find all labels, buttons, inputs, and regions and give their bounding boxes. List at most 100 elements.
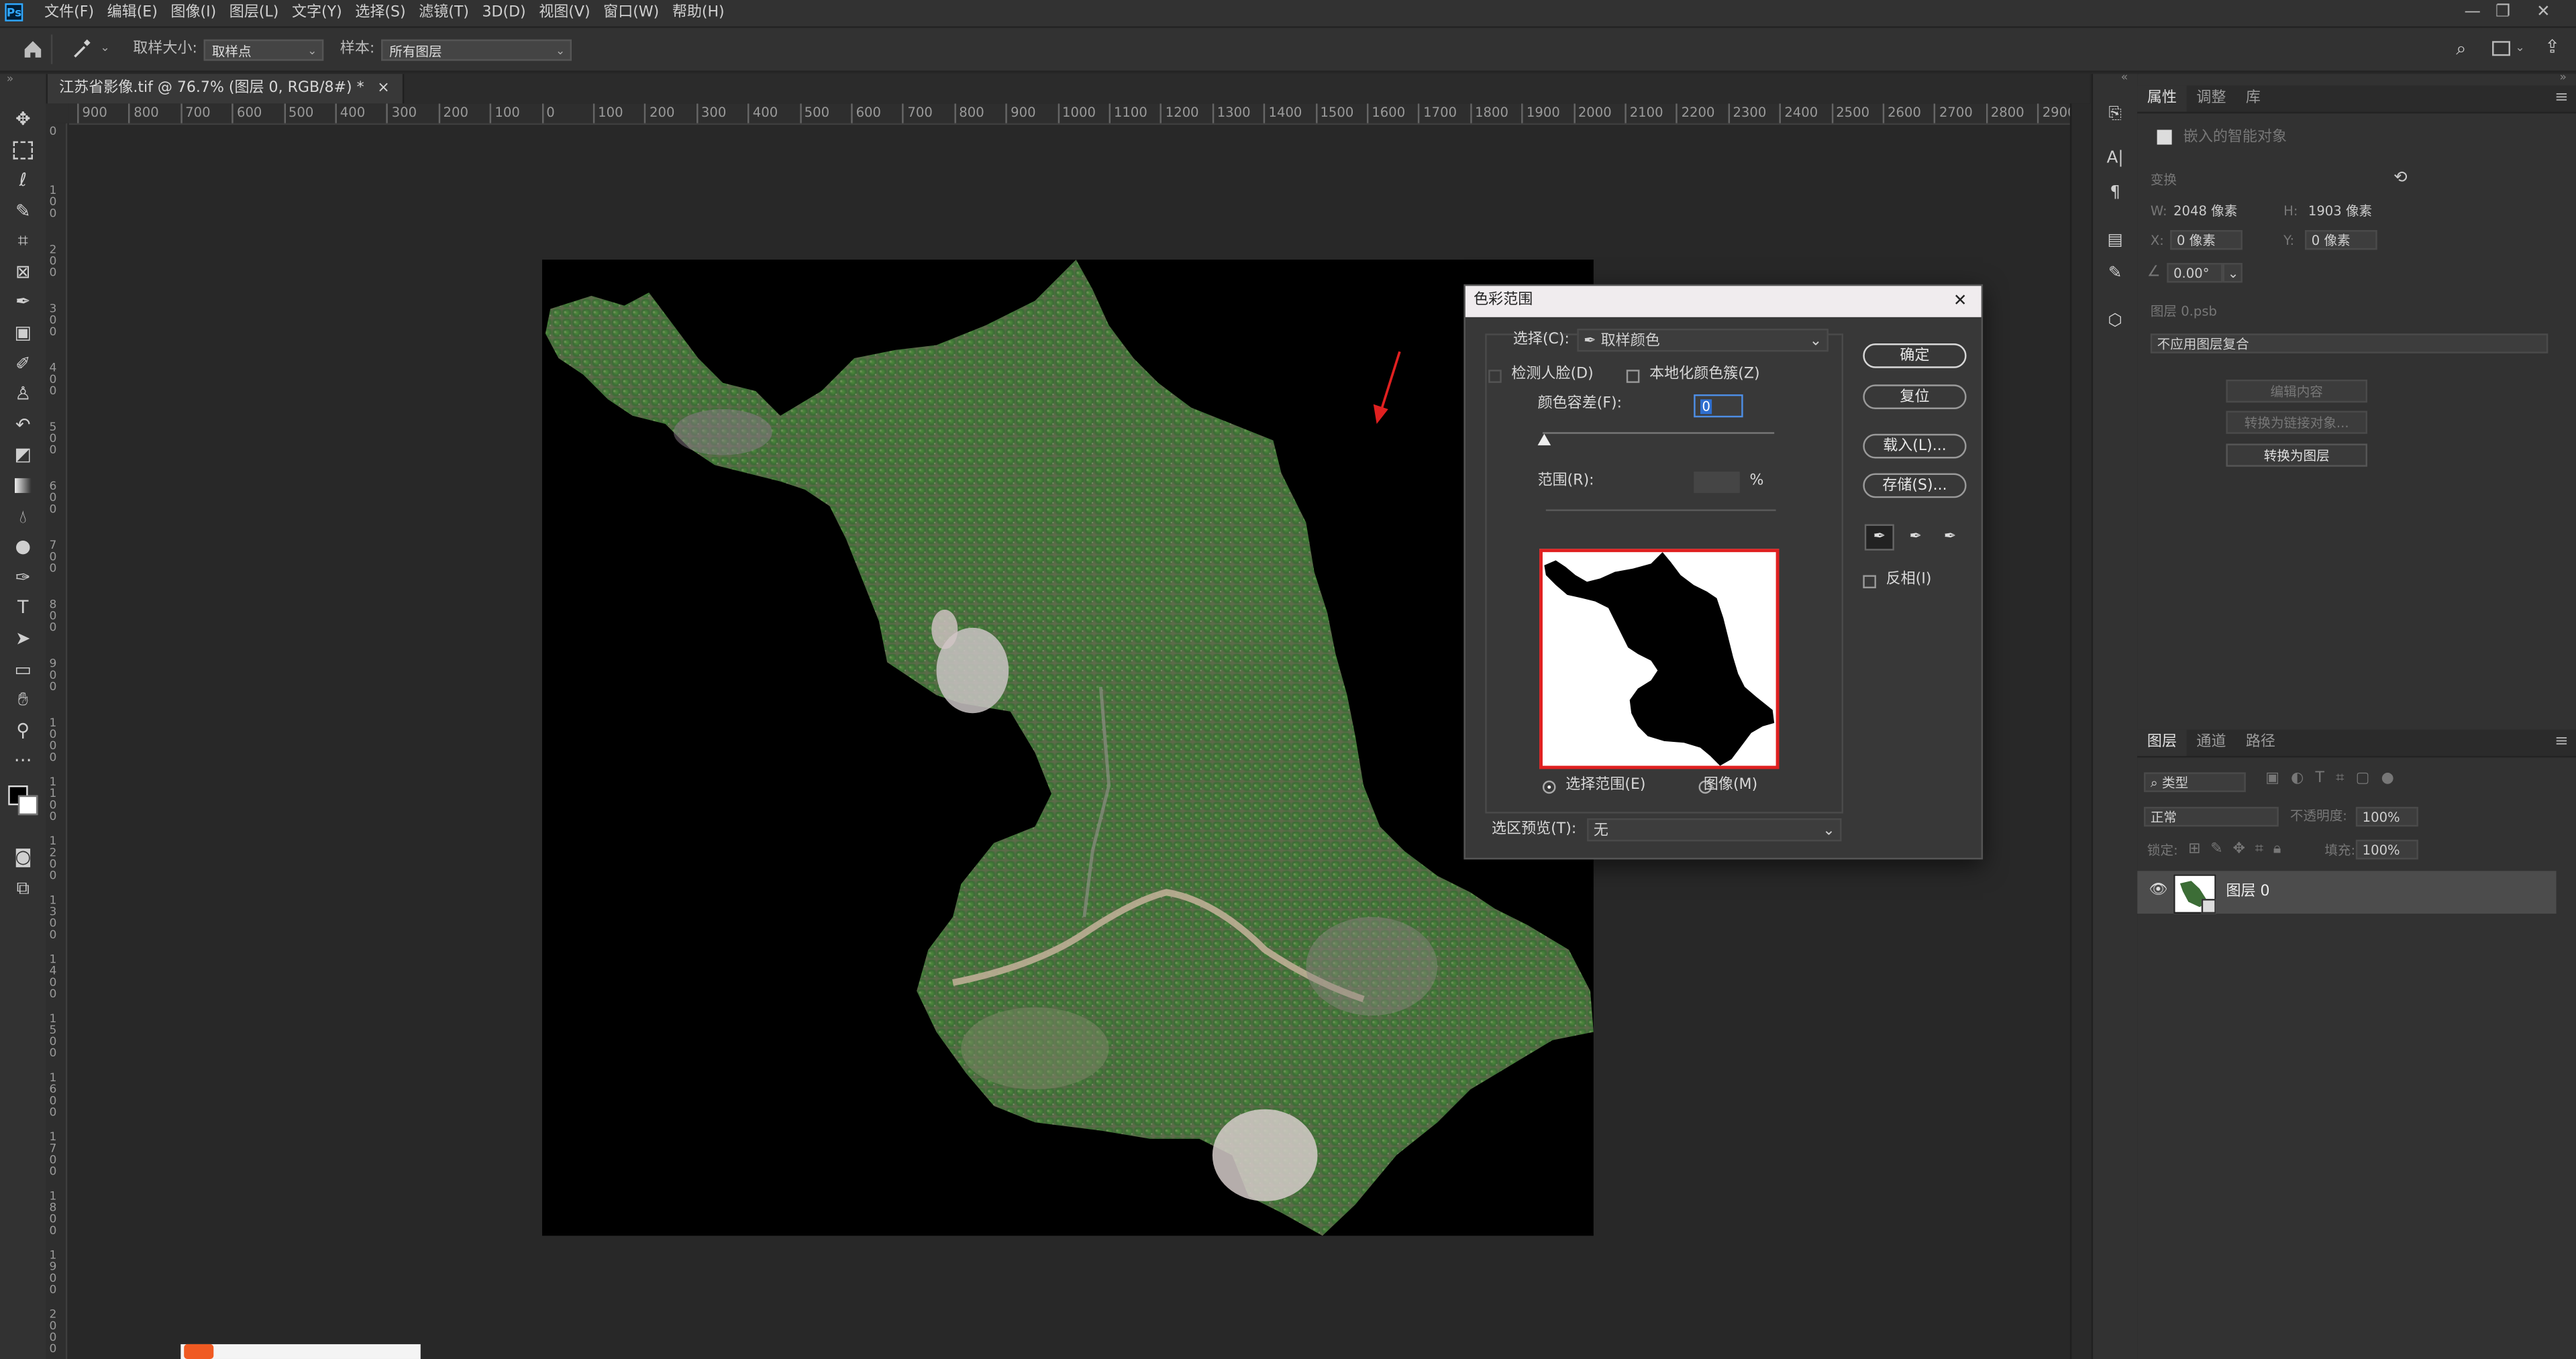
lasso-tool-icon[interactable]: ℓ <box>10 169 36 192</box>
tab-properties[interactable]: 属性 <box>2137 85 2187 112</box>
tool-preset-chevron-down-icon[interactable]: ⌄ <box>100 42 109 54</box>
restore-button[interactable]: ❐ <box>2495 0 2510 26</box>
visibility-eye-icon[interactable]: 👁︎ <box>2149 883 2167 899</box>
dodge-tool-icon[interactable]: ● <box>10 536 36 559</box>
dialog-close-icon[interactable]: ✕ <box>1953 286 1967 317</box>
close-window-button[interactable]: ✕ <box>2536 0 2551 26</box>
edit-contents-button[interactable]: 编辑内容 <box>2226 379 2368 403</box>
collapse-toolbar-icon[interactable]: » <box>7 73 14 85</box>
selection-view-radio[interactable] <box>1542 780 1556 794</box>
clone-stamp-icon[interactable]: ♙ <box>10 383 36 406</box>
fuzziness-slider-thumb[interactable] <box>1537 433 1551 445</box>
workspace-icon[interactable] <box>2492 41 2511 56</box>
eyedropper-icon[interactable]: ✒ <box>10 291 36 314</box>
document-canvas[interactable] <box>542 260 1594 1236</box>
tab-channels[interactable]: 通道 <box>2187 730 2236 756</box>
fuzziness-input[interactable]: 0 <box>1694 394 1743 418</box>
history-brush-icon[interactable]: ↶ <box>10 414 36 437</box>
quick-selection-tool-icon[interactable]: ✎ <box>10 201 36 223</box>
minimize-button[interactable]: — <box>2464 0 2480 26</box>
close-tab-icon[interactable]: × <box>377 74 389 103</box>
menu-file[interactable]: 文件(F) <box>41 0 97 26</box>
layer-row[interactable]: 👁︎ 图层 0 <box>2137 871 2557 914</box>
blend-mode-select[interactable]: 正常 <box>2144 806 2279 827</box>
layer-comp-select[interactable]: 不应用图层复合 <box>2150 333 2548 354</box>
convert-to-layers-button[interactable]: 转换为图层 <box>2226 443 2368 467</box>
background-color-swatch[interactable] <box>17 795 38 816</box>
opacity-field[interactable]: 100% <box>2355 806 2418 827</box>
ruler-origin[interactable] <box>46 103 69 123</box>
tab-libraries[interactable]: 库 <box>2236 85 2270 111</box>
more-tools-icon[interactable]: ⋯ <box>10 749 36 772</box>
screen-mode-icon[interactable]: ⧉ <box>10 877 36 900</box>
menu-type[interactable]: 文字(Y) <box>289 0 346 26</box>
subtract-from-sample-eyedropper-icon[interactable]: ✒ <box>1937 524 1963 550</box>
brush-tool-icon[interactable]: ✐ <box>10 354 36 376</box>
document-tab[interactable]: 江苏省影像.tif @ 76.7% (图层 0, RGB/8#) * × <box>46 74 405 104</box>
rectangle-tool-icon[interactable]: ▭ <box>10 659 36 682</box>
vertical-scrollbar[interactable] <box>2069 103 2092 1359</box>
tab-paths[interactable]: 路径 <box>2236 730 2285 756</box>
menu-edit[interactable]: 编辑(E) <box>104 0 161 26</box>
eyedropper-icon[interactable]: ✒ <box>1864 524 1894 551</box>
quick-mask-icon[interactable]: ◙ <box>10 847 36 869</box>
invert-checkbox[interactable] <box>1863 575 1876 589</box>
menu-window[interactable]: 窗口(W) <box>600 0 662 26</box>
move-tool-icon[interactable]: ✥ <box>10 109 36 131</box>
layer-filter-icons[interactable]: ▣◐T⌗▢● <box>2265 771 2406 787</box>
layer-name[interactable]: 图层 0 <box>2226 885 2269 900</box>
y-position-field[interactable]: 0 像素 <box>2304 229 2377 250</box>
menu-layer[interactable]: 图层(L) <box>226 0 282 26</box>
layers-menu-icon[interactable]: ≡ <box>2555 734 2569 751</box>
crop-tool-icon[interactable]: ⌗ <box>10 230 36 253</box>
convert-to-linked-button[interactable]: 转换为链接对象... <box>2226 411 2368 434</box>
search-icon[interactable]: ⌕ <box>2456 40 2466 58</box>
add-to-sample-eyedropper-icon[interactable]: ✒ <box>1902 524 1928 550</box>
eyedropper-tool-icon[interactable] <box>69 38 92 60</box>
type-tool-icon[interactable]: T <box>10 596 36 619</box>
path-selection-icon[interactable]: ➤ <box>10 628 36 651</box>
range-input[interactable] <box>1694 472 1740 493</box>
hand-tool-icon[interactable]: ✋︎ <box>10 688 36 711</box>
x-position-field[interactable]: 0 像素 <box>2170 229 2243 250</box>
blur-tool-icon[interactable]: 💧︎ <box>10 506 36 529</box>
gradient-tool-icon[interactable] <box>10 475 36 498</box>
panel-menu-icon[interactable]: ≡ <box>2555 90 2569 107</box>
load-button[interactable]: 载入(L)... <box>1863 433 1967 459</box>
detect-faces-checkbox[interactable] <box>1488 370 1502 383</box>
marquee-tool-icon[interactable] <box>10 138 36 161</box>
angle-field[interactable]: 0.00° <box>2167 262 2223 283</box>
localized-clusters-checkbox[interactable] <box>1626 370 1640 383</box>
comments-icon[interactable]: ▤ <box>2104 230 2126 252</box>
lock-icons[interactable]: ⊞✎✥⌗🔒︎ <box>2188 842 2291 858</box>
collapse-icon[interactable]: » <box>2559 72 2567 84</box>
dialog-titlebar[interactable]: 色彩范围 ✕ <box>1465 286 1981 317</box>
tab-layers[interactable]: 图层 <box>2137 729 2187 756</box>
pen-tool-icon[interactable]: ✑ <box>10 567 36 590</box>
home-icon[interactable] <box>21 38 44 60</box>
selection-preview[interactable] <box>1539 549 1780 769</box>
menu-help[interactable]: 帮助(H) <box>669 0 728 26</box>
notes-icon[interactable]: ✎ <box>2104 263 2126 284</box>
menu-view[interactable]: 视图(V) <box>535 0 593 26</box>
zoom-tool-icon[interactable]: ⚲ <box>10 720 36 743</box>
fuzziness-slider-track[interactable] <box>1542 432 1775 434</box>
frame-tool-icon[interactable]: ⊠ <box>10 262 36 284</box>
range-slider-track[interactable] <box>1545 509 1776 511</box>
angle-dropdown-chevron-icon[interactable]: ⌄ <box>2222 262 2243 283</box>
paragraph-icon[interactable]: ¶ <box>2104 182 2126 204</box>
height-value[interactable]: 1903 像素 <box>2308 205 2372 219</box>
healing-brush-icon[interactable]: ▣ <box>10 322 36 345</box>
sample-select[interactable]: 所有图层 ⌄ <box>381 39 572 61</box>
selection-preview-select[interactable]: 无 ⌄ <box>1587 818 1842 842</box>
menu-filter[interactable]: 滤镜(T) <box>415 0 472 26</box>
3d-cube-icon[interactable]: ⬡ <box>2104 311 2126 332</box>
sample-size-select[interactable]: 取样点 ⌄ <box>203 39 324 61</box>
character-icon[interactable]: A| <box>2104 148 2126 169</box>
width-value[interactable]: 2048 像素 <box>2173 205 2237 219</box>
reset-transform-icon[interactable]: ⟲ <box>2393 170 2408 187</box>
photoshop-logo-icon[interactable]: Ps <box>5 3 23 21</box>
chevron-down-icon[interactable]: ⌄ <box>2515 42 2524 54</box>
share-icon[interactable]: ⇪ <box>2544 38 2560 56</box>
reset-button[interactable]: 复位 <box>1863 384 1967 410</box>
